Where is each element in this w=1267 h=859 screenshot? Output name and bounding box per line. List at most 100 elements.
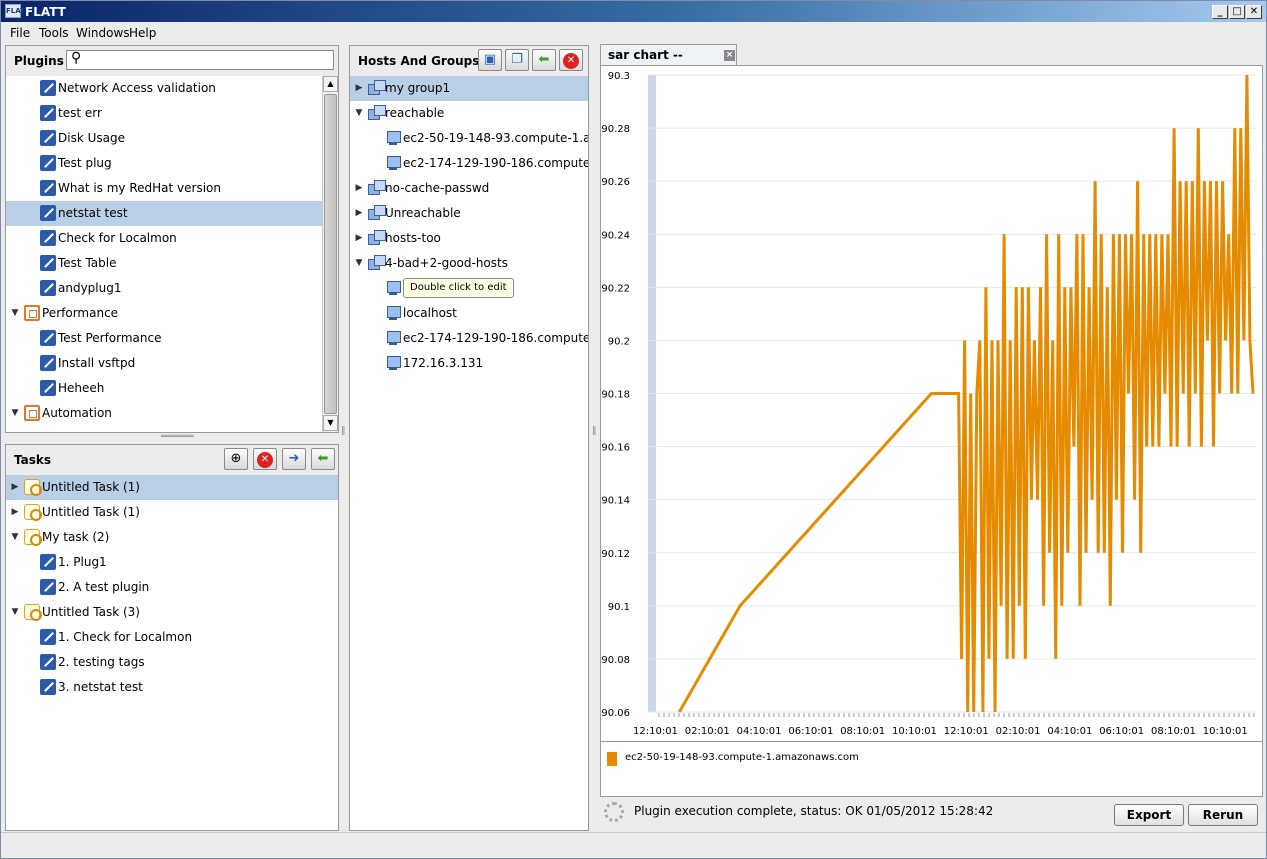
plugin-row[interactable]: ▼ Automation — [6, 401, 322, 426]
host-group-row[interactable]: ▶ hosts-too — [350, 226, 588, 251]
task-row[interactable]: ▶ Untitled Task (1) — [6, 500, 338, 525]
new-task-button[interactable]: ⊕ — [224, 448, 248, 470]
expand-toggle-icon[interactable]: ▼ — [10, 600, 20, 625]
task-add-icon: ⊕ — [230, 451, 242, 466]
menu-file[interactable]: File — [10, 26, 30, 40]
plugin-row[interactable]: netstat test — [6, 201, 322, 226]
host-group-row[interactable]: ▶ no-cache-passwd — [350, 176, 588, 201]
host-group-row[interactable]: ▼ reachable — [350, 101, 588, 126]
folder-icon — [24, 405, 40, 421]
task-icon — [24, 604, 42, 621]
folder-icon — [24, 305, 40, 321]
close-icon[interactable]: ✕ — [1246, 5, 1262, 19]
app-icon: FLATT — [5, 4, 30, 18]
expand-toggle-icon[interactable]: ▶ — [354, 76, 364, 101]
plugin-row[interactable]: Test Table — [6, 251, 322, 276]
expand-toggle-icon[interactable]: ▶ — [10, 475, 20, 500]
host-row[interactable]: localhost — [350, 301, 588, 326]
expand-toggle-icon[interactable]: ▶ — [354, 201, 364, 226]
expand-toggle-icon[interactable]: ▼ — [10, 401, 20, 426]
task-row[interactable]: 2. testing tags — [6, 650, 338, 675]
host-label: no-cache-passwd — [385, 181, 490, 195]
expand-toggle-icon[interactable]: ▼ — [354, 101, 364, 126]
task-icon — [24, 529, 42, 546]
task-row[interactable]: 2. A test plugin — [6, 575, 338, 600]
plugin-icon — [40, 629, 56, 645]
title-bar: FLATT FLATT _ □ ✕ — [1, 1, 1266, 22]
plugin-row[interactable]: ▼ Performance — [6, 301, 322, 326]
tab-sar-chart[interactable]: sar chart --REMOTE × — [600, 44, 737, 83]
bottom-status-bar — [1, 832, 1266, 858]
add-host-button[interactable]: ▣ — [478, 49, 502, 71]
host-group-row[interactable]: ▶ Unreachable — [350, 201, 588, 226]
delete-host-button[interactable]: ✕ — [559, 49, 583, 71]
host-icon — [386, 305, 401, 321]
task-label: 2. testing tags — [58, 655, 145, 669]
expand-toggle-icon[interactable]: ▶ — [10, 500, 20, 525]
menu-help[interactable]: Help — [129, 26, 156, 40]
task-row[interactable]: 1. Plug1 — [6, 550, 338, 575]
task-row[interactable]: ▶ Untitled Task (1) — [6, 475, 338, 500]
y-tick-label: 90.3 — [608, 71, 630, 82]
plugin-row[interactable]: Install vsftpd — [6, 351, 322, 376]
x-tick-label: 08:10:01 — [1151, 726, 1196, 737]
task-row[interactable]: ▼ My task (2) — [6, 525, 338, 550]
tab-close-icon[interactable]: × — [724, 50, 735, 61]
host-icon — [386, 155, 401, 171]
host-row[interactable]: ec2-174-129-190-186.compute-1 — [350, 151, 588, 176]
plugin-icon — [40, 180, 56, 196]
delete-task-button[interactable]: ✕ — [253, 448, 277, 470]
export-task-button[interactable]: ➜ — [282, 448, 306, 470]
host-row[interactable]: 172.16.3.131 — [350, 351, 588, 376]
plugin-row[interactable]: What is my RedHat version — [6, 176, 322, 201]
plugins-scroll-thumb[interactable] — [324, 94, 337, 414]
host-label: ec2-50-19-148-93.compute-1.am — [403, 131, 588, 145]
plugin-search-input[interactable]: ⚲ — [66, 50, 334, 70]
expand-toggle-icon[interactable]: ▼ — [10, 525, 20, 550]
expand-toggle-icon[interactable]: ▼ — [354, 251, 364, 276]
plugins-scrollbar[interactable]: ▲ ▼ — [322, 76, 338, 432]
plugin-row[interactable]: Heheeh — [6, 376, 322, 401]
plugin-row[interactable]: Check for Localmon — [6, 226, 322, 251]
splitter-handle-horizontal[interactable]: ══════ — [161, 432, 194, 442]
plugin-row[interactable]: test err — [6, 101, 322, 126]
plugin-row[interactable]: Network Access validation — [6, 76, 322, 101]
rerun-button[interactable]: Rerun — [1188, 804, 1258, 826]
task-row[interactable]: ▼ Untitled Task (3) — [6, 600, 338, 625]
task-row[interactable]: 3. netstat test — [6, 675, 338, 700]
import-task-button[interactable]: ⬅ — [311, 448, 335, 470]
plugin-label: andyplug1 — [58, 281, 122, 295]
expand-toggle-icon[interactable]: ▼ — [10, 301, 20, 326]
expand-toggle-icon[interactable]: ▶ — [354, 226, 364, 251]
splitter-handle-vertical-left[interactable]: ‖ — [341, 426, 347, 436]
scroll-up-icon[interactable]: ▲ — [323, 76, 338, 92]
menu-tools[interactable]: Tools — [39, 26, 69, 40]
plugin-row[interactable]: Test Performance — [6, 326, 322, 351]
plugin-row[interactable]: andyplug1 — [6, 276, 322, 301]
plugin-icon — [40, 155, 56, 171]
plugin-icon — [40, 105, 56, 121]
splitter-handle-vertical-right[interactable]: ‖ — [592, 426, 598, 436]
host-row[interactable]: ec2-174-129-190-186.compute-1 — [350, 326, 588, 351]
expand-toggle-icon[interactable]: ▶ — [354, 176, 364, 201]
export-button[interactable]: Export — [1114, 804, 1184, 826]
plugins-header: Plugins ⚲ — [6, 46, 338, 76]
menu-windows[interactable]: Windows — [76, 26, 130, 40]
plugin-row[interactable]: Disk Usage — [6, 126, 322, 151]
plugin-icon — [40, 80, 56, 96]
task-row[interactable]: 1. Check for Localmon — [6, 625, 338, 650]
minimize-icon[interactable]: _ — [1212, 5, 1228, 19]
host-group-row[interactable]: ▶ my group1 — [350, 76, 588, 101]
x-tick-label: 12:10:01 — [944, 726, 989, 737]
scroll-down-icon[interactable]: ▼ — [323, 415, 338, 431]
add-group-button[interactable]: ❐ — [505, 49, 529, 71]
maximize-icon[interactable]: □ — [1229, 5, 1245, 19]
host-group-row[interactable]: ▼ 4-bad+2-good-hosts — [350, 251, 588, 276]
plugin-row[interactable]: Test plug — [6, 151, 322, 176]
task-tree: ▶ Untitled Task (1) ▶ Untitled Task (1) ▼ My … — [6, 475, 338, 830]
host-row[interactable]: ec2-50-19-148-93.compute-1.am — [350, 126, 588, 151]
plugin-icon — [40, 205, 56, 221]
plugin-icon — [40, 255, 56, 271]
import-hosts-button[interactable]: ⬅ — [532, 49, 556, 71]
x-tick-label: 04:10:01 — [737, 726, 782, 737]
